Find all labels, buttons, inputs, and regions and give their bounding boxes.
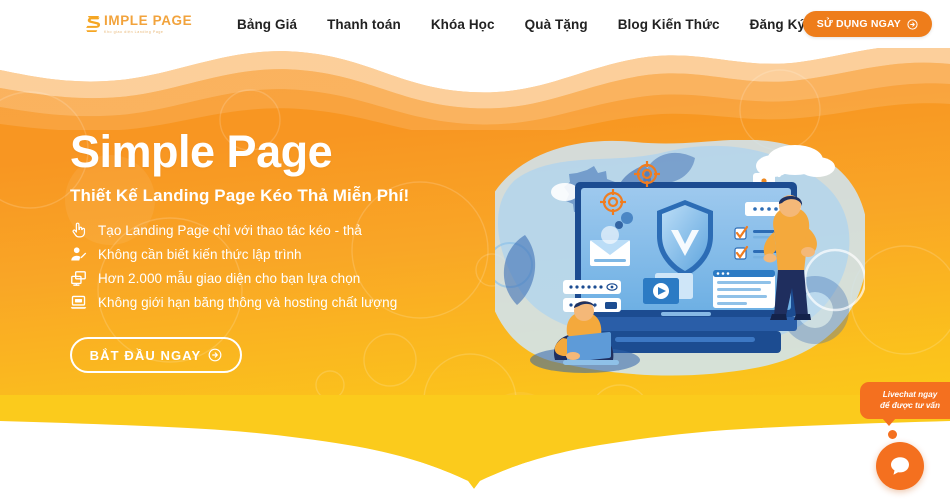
start-now-label: BẮT ĐẦU NGAY	[89, 347, 202, 363]
nav-item-thanh-toan[interactable]: Thanh toán	[312, 17, 416, 32]
logo-tagline: Kho giao diện Landing Page	[104, 29, 164, 34]
chat-bubble-icon	[891, 457, 909, 475]
livechat-button[interactable]	[876, 442, 924, 490]
use-now-label: SỬ DỤNG NGAY	[816, 18, 901, 30]
feature-text: Không cần biết kiến thức lập trình	[98, 247, 302, 262]
page-title: Simple Page	[70, 126, 333, 177]
feature-item: Không giới hạn băng thông và hosting chấ…	[70, 294, 490, 311]
start-now-button[interactable]: BẮT ĐẦU NGAY	[70, 337, 242, 373]
hero-content: Simple Page Thiết Kế Landing Page Kéo Th…	[70, 126, 490, 373]
feature-text: Không giới hạn băng thông và hosting chấ…	[98, 295, 398, 310]
hero-subtitle: Thiết Kế Landing Page Kéo Thả Miễn Phí!	[70, 186, 410, 205]
feature-item: Không cần biết kiến thức lập trình	[70, 246, 490, 263]
nav-item-khoa-hoc[interactable]: Khóa Học	[416, 17, 510, 32]
logo-wordmark: IMPLE PAGE	[104, 12, 193, 28]
livechat-tooltip[interactable]: Livechat ngay để được tư vấn	[860, 382, 950, 426]
laptop-icon	[70, 295, 87, 309]
site-header: IMPLE PAGE Kho giao diện Landing Page Bả…	[0, 0, 950, 48]
nav-item-qua-tang[interactable]: Quà Tặng	[510, 17, 603, 32]
feature-item: Hơn 2.000 mẫu giao diện cho bạn lựa chọn	[70, 270, 490, 287]
wave-bottom-decoration	[0, 395, 950, 500]
site-logo[interactable]: IMPLE PAGE Kho giao diện Landing Page	[85, 11, 195, 37]
copy-screens-icon	[71, 271, 86, 286]
livechat-widget[interactable]: Livechat ngay để được tư vấn	[858, 382, 950, 500]
main-navigation: Bảng Giá Thanh toán Khóa Học Quà Tặng Bl…	[222, 0, 880, 48]
hand-pointer-icon	[72, 222, 86, 238]
user-edit-icon	[71, 247, 87, 261]
arrow-right-circle-icon	[208, 348, 222, 362]
feature-item: Tạo Landing Page chỉ với thao tác kéo - …	[70, 222, 490, 239]
nav-item-blog-kien-thuc[interactable]: Blog Kiến Thức	[603, 17, 735, 32]
feature-text: Tạo Landing Page chỉ với thao tác kéo - …	[98, 223, 362, 238]
page-root: Simple Page Thiết Kế Landing Page Kéo Th…	[0, 0, 950, 500]
use-now-button[interactable]: SỬ DỤNG NGAY	[802, 11, 932, 37]
feature-text: Hơn 2.000 mẫu giao diện cho bạn lựa chọn	[98, 271, 361, 286]
livechat-bubble-dot	[888, 430, 897, 439]
arrow-right-circle-icon	[907, 18, 918, 30]
livechat-line-1: Livechat ngay	[882, 390, 938, 399]
livechat-line-2: để được tư vấn	[880, 401, 940, 410]
hero-illustration	[495, 140, 865, 376]
logo-s-icon	[86, 15, 101, 33]
nav-item-bang-gia[interactable]: Bảng Giá	[222, 17, 312, 32]
feature-list: Tạo Landing Page chỉ với thao tác kéo - …	[70, 222, 490, 311]
